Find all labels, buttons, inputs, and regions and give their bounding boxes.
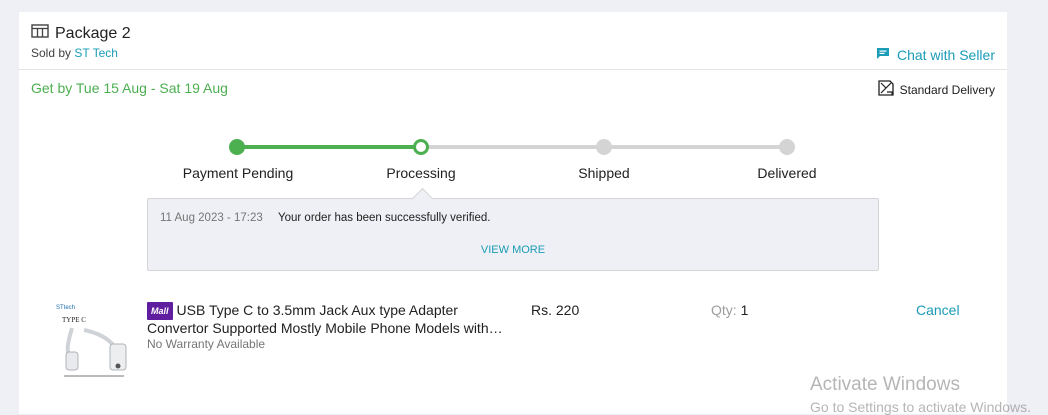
- step-label-shipped: Shipped: [578, 165, 630, 181]
- delivery-icon: [877, 79, 900, 100]
- chat-label: Chat with Seller: [896, 47, 995, 63]
- chat-with-seller-button[interactable]: Chat with Seller: [876, 47, 995, 63]
- delivery-estimate: Get by Tue 15 Aug - Sat 19 Aug: [31, 80, 228, 96]
- package-title-row: Package 2: [31, 24, 131, 43]
- view-more-link[interactable]: VIEW MORE: [148, 244, 878, 256]
- package-icon: [31, 24, 55, 43]
- product-image: STtech TYPE C: [54, 302, 134, 382]
- seller-link[interactable]: ST Tech: [74, 46, 118, 60]
- product-name-line1: USB Type C to 3.5mm Jack Aux type Adapte…: [176, 302, 458, 318]
- watermark-title: Activate Windows: [810, 374, 960, 395]
- tracker-dot-delivered: [779, 139, 795, 155]
- product-price: Rs. 220: [531, 302, 580, 318]
- divider: [19, 69, 1007, 70]
- product-thumbnail[interactable]: STtech TYPE C: [54, 302, 134, 382]
- package-title: Package 2: [55, 24, 131, 42]
- chat-icon: [876, 47, 897, 63]
- cancel-button[interactable]: Cancel: [916, 302, 960, 318]
- step-label-processing: Processing: [386, 165, 456, 181]
- mall-badge: Mall: [147, 302, 173, 320]
- tracker-dot-processing: [413, 139, 429, 155]
- windows-activation-watermark: Activate Windows Go to Settings to activ…: [810, 374, 1031, 415]
- thumb-text: TYPE C: [62, 316, 86, 324]
- quantity-value: 1: [740, 302, 749, 318]
- tracker-dot-payment-pending: [229, 139, 245, 155]
- tracker-segment-done: [237, 145, 421, 149]
- delivery-type: Standard Delivery: [877, 79, 995, 100]
- step-label-payment-pending: Payment Pending: [182, 165, 294, 181]
- status-box: 11 Aug 2023 - 17:23 Your order has been …: [147, 187, 879, 271]
- watermark-subtitle: Go to Settings to activate Windows.: [810, 399, 1031, 415]
- step-label-delivered: Delivered: [757, 165, 817, 181]
- status-timestamp: 11 Aug 2023 - 17:23: [160, 212, 263, 224]
- quantity-label: Qty:: [711, 302, 737, 318]
- product-name[interactable]: Mall USB Type C to 3.5mm Jack Aux type Ad…: [147, 302, 507, 336]
- tracker-dot-shipped: [596, 139, 612, 155]
- status-pointer: [411, 187, 434, 210]
- sold-by-label: Sold by: [31, 46, 72, 60]
- thumb-brand: STtech: [56, 305, 75, 311]
- quantity: Qty: 1: [711, 302, 748, 318]
- status-message: Your order has been successfully verifie…: [278, 212, 491, 224]
- delivery-type-label: Standard Delivery: [899, 82, 995, 97]
- warranty-text: No Warranty Available: [147, 337, 266, 351]
- package-card: Package 2 Sold by ST Tech Chat with Sell…: [19, 12, 1007, 414]
- package-header: Package 2 Sold by ST Tech: [31, 24, 131, 60]
- sold-by: Sold by ST Tech: [31, 46, 131, 60]
- product-name-line2: Convertor Supported Mostly Mobile Phone …: [147, 320, 503, 336]
